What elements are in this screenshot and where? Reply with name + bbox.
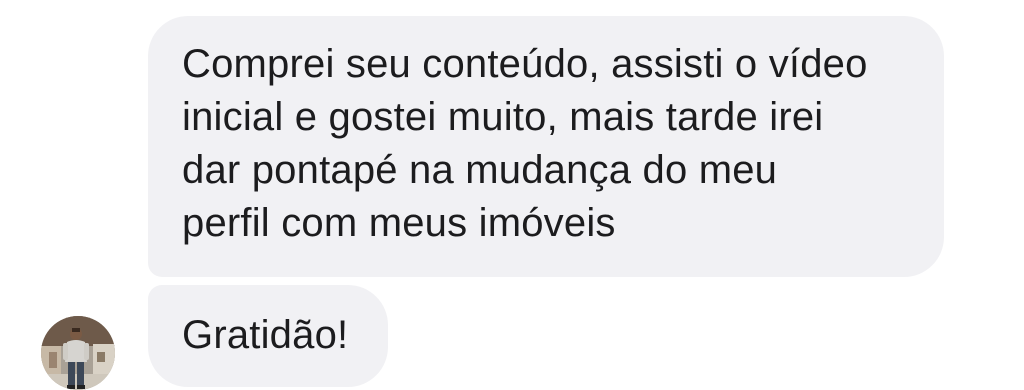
message-text-line: perfil com meus imóveis: [182, 201, 616, 245]
avatar[interactable]: [41, 316, 115, 390]
message-bubble[interactable]: Gratidão!: [148, 285, 388, 387]
message-bubble[interactable]: Comprei seu conteúdo, assisti o vídeo in…: [148, 16, 944, 277]
message-text-line: dar pontapé na mudança do meu: [182, 148, 778, 192]
message-text-line: Gratidão!: [182, 313, 349, 357]
chat-thread: Comprei seu conteúdo, assisti o vídeo in…: [0, 0, 1024, 390]
person-photo-icon: [41, 316, 115, 390]
message-text-line: Comprei seu conteúdo, assisti o vídeo: [182, 42, 868, 86]
message-text-line: inicial e gostei muito, mais tarde irei: [182, 95, 824, 139]
